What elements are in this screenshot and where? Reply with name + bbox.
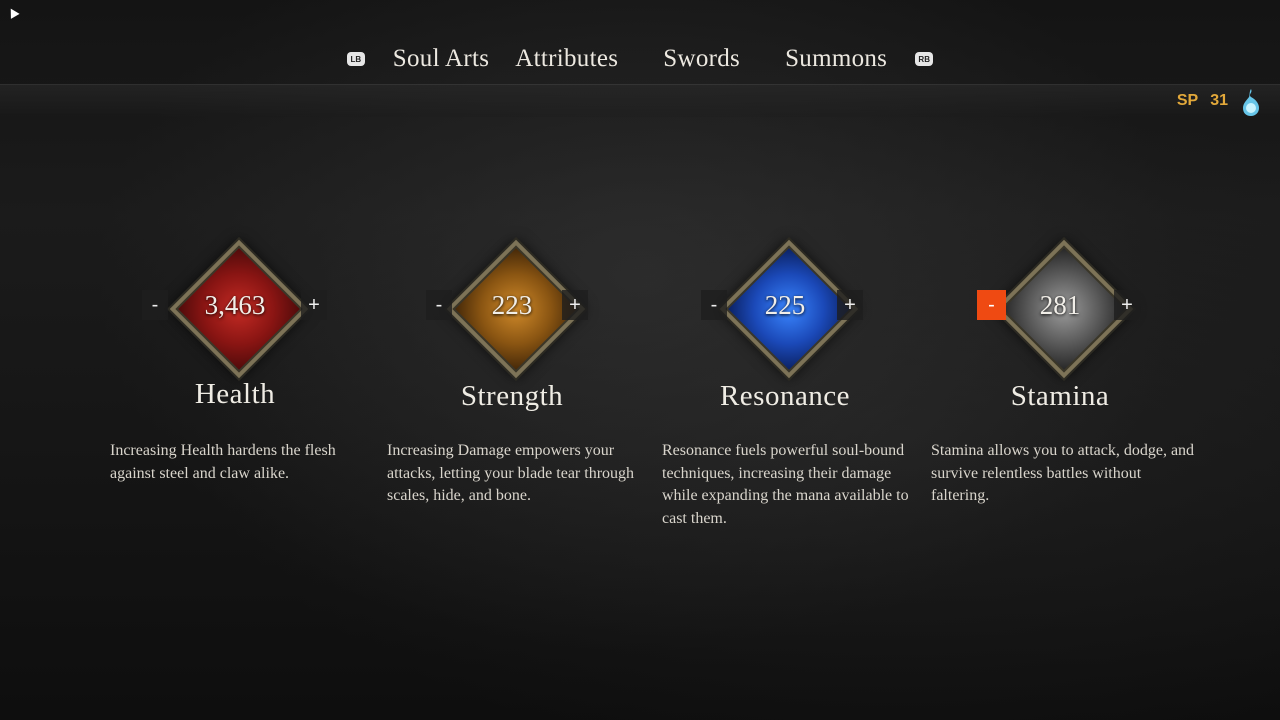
health-diamond: 3,463 xyxy=(169,239,309,379)
tab-swords[interactable]: Swords xyxy=(663,45,740,73)
sp-value: 31 xyxy=(1210,92,1228,109)
stamina-diamond: 281 xyxy=(994,239,1134,379)
resonance-decrease-button[interactable]: - xyxy=(701,290,727,320)
lb-button-icon[interactable]: LB xyxy=(346,52,365,66)
tab-soul-arts[interactable]: Soul Arts xyxy=(393,45,489,73)
health-label: Health xyxy=(194,378,276,410)
resonance-diamond: 225 xyxy=(719,239,859,379)
rb-button-icon[interactable]: RB xyxy=(915,52,934,66)
stamina-label: Stamina xyxy=(1010,380,1110,412)
tab-attributes[interactable]: Attributes xyxy=(515,45,618,73)
sp-label: SP xyxy=(1176,92,1199,109)
health-value: 3,463 xyxy=(204,289,266,320)
resonance-description: Resonance fuels powerful soul-bound tech… xyxy=(662,442,909,527)
resonance-label: Resonance xyxy=(719,380,851,412)
header-divider xyxy=(0,84,1280,117)
strength-label: Strength xyxy=(460,380,564,412)
tab-summons[interactable]: Summons xyxy=(785,45,887,73)
resonance-value: 225 xyxy=(764,289,806,320)
strength-description: Increasing Damage empowers your attacks,… xyxy=(387,442,635,504)
skill-points: SP 31 xyxy=(1177,84,1260,118)
blue-flame-icon xyxy=(1240,87,1260,116)
strength-decrease-button[interactable]: - xyxy=(426,290,452,320)
strength-increase-button[interactable]: + xyxy=(562,290,588,320)
stamina-increase-button[interactable]: + xyxy=(1114,290,1140,320)
category-tabs: LB Soul Arts Attributes Swords Summons R… xyxy=(0,36,1280,82)
stamina-description: Stamina allows you to attack, dodge, and… xyxy=(931,442,1195,504)
stamina-decrease-button[interactable]: - xyxy=(977,290,1006,320)
resonance-increase-button[interactable]: + xyxy=(837,290,863,320)
stamina-value: 281 xyxy=(1039,289,1081,320)
health-increase-button[interactable]: + xyxy=(301,290,327,320)
health-decrease-button[interactable]: - xyxy=(142,290,168,320)
strength-value: 223 xyxy=(491,289,533,320)
mouse-cursor xyxy=(6,6,20,19)
strength-diamond: 223 xyxy=(446,239,586,379)
health-description: Increasing Health hardens the flesh agai… xyxy=(110,442,336,482)
